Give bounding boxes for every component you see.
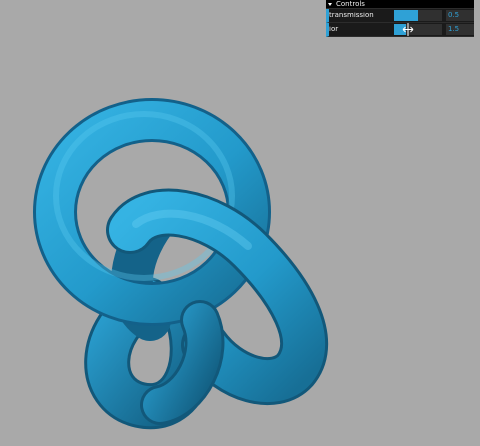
ior-value-input[interactable]: 1.5	[446, 24, 474, 35]
controls-folder-header[interactable]: Controls	[326, 0, 474, 9]
caret-down-icon	[328, 2, 332, 6]
transmission-slider-fill	[394, 10, 418, 21]
controls-folder-title: Controls	[336, 0, 365, 8]
torus-knot-canvas[interactable]	[0, 0, 480, 446]
ior-slider[interactable]	[394, 23, 442, 36]
render-viewport[interactable]	[0, 0, 480, 446]
ior-label: ior	[329, 26, 339, 33]
controls-panel: Controls transmission 0.5 ior 1.5	[326, 0, 474, 37]
ior-control-row: ior 1.5	[326, 23, 474, 37]
transmission-control-row: transmission 0.5	[326, 9, 474, 23]
resize-cursor-icon	[402, 23, 414, 36]
transmission-value-input[interactable]: 0.5	[446, 10, 474, 21]
transmission-slider[interactable]	[394, 10, 442, 21]
transmission-label: transmission	[329, 12, 374, 19]
